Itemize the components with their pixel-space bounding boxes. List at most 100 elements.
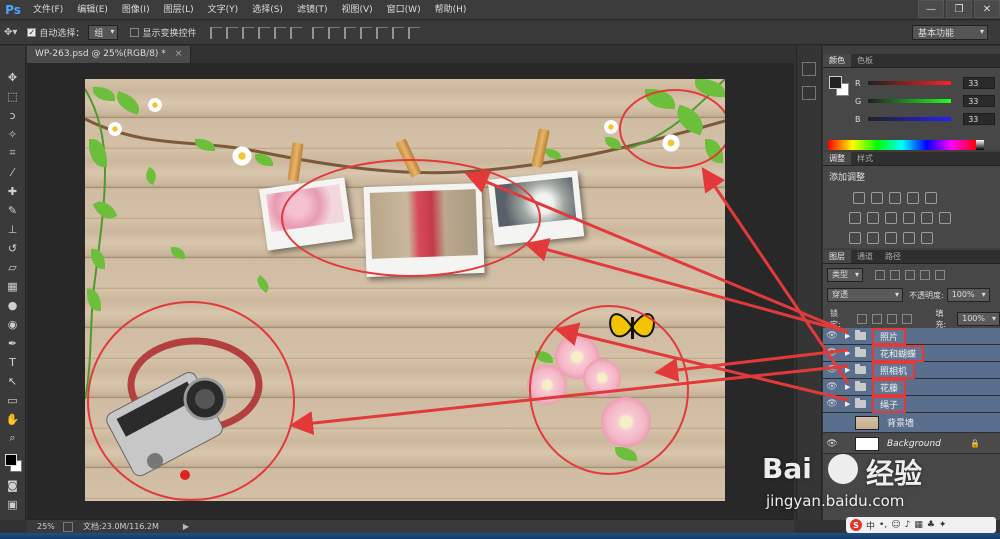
layer-row[interactable]: 👁 ▶ 照相机 [823, 361, 1000, 379]
clone-stamp-tool-icon[interactable]: ⊥ [4, 220, 22, 238]
sogou-ime-icon[interactable]: S [850, 519, 862, 531]
expand-arrow-icon[interactable]: ▶ [845, 366, 855, 374]
history-panel-icon[interactable] [802, 62, 816, 76]
exposure-icon[interactable] [907, 192, 919, 204]
visibility-eye-icon[interactable]: 👁 [825, 439, 839, 449]
align-left-icon[interactable] [258, 26, 271, 39]
channel-mixer-icon[interactable] [921, 212, 933, 224]
close-button[interactable]: ✕ [974, 0, 1000, 18]
menu-file[interactable]: 文件(F) [26, 0, 70, 20]
menu-select[interactable]: 选择(S) [245, 0, 290, 20]
distribute-bottom-icon[interactable] [344, 26, 357, 39]
screen-mode-icon[interactable]: ▣ [4, 495, 22, 513]
canvas-area[interactable] [27, 63, 794, 519]
visibility-eye-icon[interactable]: 👁 [825, 348, 839, 358]
move-tool-icon[interactable]: ✥ [4, 68, 22, 86]
visibility-eye-icon[interactable]: 👁 [825, 399, 839, 409]
align-bottom-icon[interactable] [242, 26, 255, 39]
tab-swatches[interactable]: 色板 [851, 54, 879, 67]
punctuation-icon[interactable]: •, [879, 520, 887, 530]
auto-select-checkbox[interactable]: ✓ [27, 28, 37, 37]
align-vcenter-icon[interactable] [226, 26, 239, 39]
document-tab[interactable]: WP-263.psd @ 25%(RGB/8) * × [27, 46, 192, 63]
tab-color[interactable]: 颜色 [823, 54, 851, 67]
hand-tool-icon[interactable]: ✋ [4, 410, 22, 428]
align-right-icon[interactable] [290, 26, 303, 39]
layer-filter-dropdown[interactable]: 类型 [827, 268, 863, 282]
quick-select-tool-icon[interactable]: ✧ [4, 125, 22, 143]
lock-all-icon[interactable] [901, 314, 912, 324]
tab-channels[interactable]: 通道 [851, 250, 879, 263]
lock-position-icon[interactable] [886, 314, 897, 324]
visibility-eye-icon[interactable]: 👁 [825, 382, 839, 392]
blur-tool-icon[interactable]: ● [4, 296, 22, 314]
menu-filter[interactable]: 滤镜(T) [290, 0, 335, 20]
eyedropper-tool-icon[interactable]: ⁄ [4, 163, 22, 181]
rectangle-tool-icon[interactable]: ▭ [4, 391, 22, 409]
status-info-icon[interactable] [63, 521, 73, 532]
tab-paths[interactable]: 路径 [879, 250, 907, 263]
status-menu-arrow-icon[interactable]: ▶ [183, 522, 189, 531]
filter-pixel-icon[interactable] [875, 270, 885, 280]
filter-adjust-icon[interactable] [890, 270, 900, 280]
tab-layers[interactable]: 图层 [823, 250, 851, 263]
red-slider[interactable] [868, 81, 952, 85]
type-tool-icon[interactable]: T [4, 353, 22, 371]
hue-saturation-icon[interactable] [849, 212, 861, 224]
auto-select-dropdown[interactable]: 组 [88, 25, 119, 40]
healing-brush-tool-icon[interactable]: ✚ [4, 182, 22, 200]
foreground-color-swatch[interactable] [829, 76, 842, 89]
layer-row[interactable]: 👁 ▶ 花和蝴蝶 [823, 344, 1000, 362]
minimize-button[interactable]: — [918, 0, 944, 18]
menu-edit[interactable]: 编辑(E) [70, 0, 115, 20]
foreground-color-swatch[interactable] [4, 454, 17, 466]
distribute-vcenter-icon[interactable] [328, 26, 341, 39]
expand-arrow-icon[interactable]: ▶ [845, 349, 855, 357]
green-value-field[interactable]: 33 [963, 95, 995, 107]
path-select-tool-icon[interactable]: ↖ [4, 372, 22, 390]
quick-mask-icon[interactable]: ◙ [4, 476, 22, 494]
tab-styles[interactable]: 样式 [851, 152, 879, 165]
invert-icon[interactable] [849, 232, 861, 244]
distribute-top-icon[interactable] [312, 26, 325, 39]
lock-transparency-icon[interactable] [856, 314, 867, 324]
posterize-icon[interactable] [867, 232, 879, 244]
color-balance-icon[interactable] [867, 212, 879, 224]
marquee-tool-icon[interactable]: ⬚ [4, 87, 22, 105]
menu-view[interactable]: 视图(V) [334, 0, 379, 20]
lasso-tool-icon[interactable]: ↄ [4, 106, 22, 124]
blue-slider[interactable] [868, 117, 952, 121]
close-tab-icon[interactable]: × [175, 49, 183, 59]
tools-icon[interactable]: ✦ [939, 520, 947, 530]
levels-icon[interactable] [871, 192, 883, 204]
brush-tool-icon[interactable]: ✎ [4, 201, 22, 219]
menu-type[interactable]: 文字(Y) [201, 0, 246, 20]
color-lookup-icon[interactable] [939, 212, 951, 224]
green-slider[interactable] [868, 99, 952, 103]
document-canvas[interactable] [85, 79, 725, 501]
gradient-map-icon[interactable] [903, 232, 915, 244]
layer-row[interactable]: 背景墙 [823, 413, 1000, 433]
color-spectrum-bw[interactable] [976, 140, 984, 150]
layer-row[interactable]: 👁 ▶ 花藤 [823, 378, 1000, 396]
opacity-field[interactable]: 100% [946, 288, 990, 302]
color-swatches[interactable] [3, 454, 23, 476]
zoom-tool-icon[interactable]: ⌕ [4, 429, 22, 447]
expand-arrow-icon[interactable]: ▶ [845, 400, 855, 408]
workspace-dropdown[interactable]: 基本功能 [912, 25, 988, 40]
layer-row[interactable]: 👁 ▶ 照片 [823, 327, 1000, 345]
photo-filter-icon[interactable] [903, 212, 915, 224]
auto-align-icon[interactable] [408, 26, 421, 39]
menu-layer[interactable]: 图层(L) [157, 0, 201, 20]
skin-icon[interactable]: ♣ [927, 520, 935, 530]
align-top-icon[interactable] [210, 26, 223, 39]
tab-adjustments[interactable]: 调整 [823, 152, 851, 165]
properties-panel-icon[interactable] [802, 86, 816, 100]
distribute-hcenter-icon[interactable] [376, 26, 389, 39]
filter-smart-icon[interactable] [935, 270, 945, 280]
fill-field[interactable]: 100% [957, 312, 1000, 326]
selective-color-icon[interactable] [921, 232, 933, 244]
emoji-icon[interactable]: ☺ [891, 520, 900, 530]
lock-pixels-icon[interactable] [871, 314, 882, 324]
brightness-icon[interactable] [853, 192, 865, 204]
